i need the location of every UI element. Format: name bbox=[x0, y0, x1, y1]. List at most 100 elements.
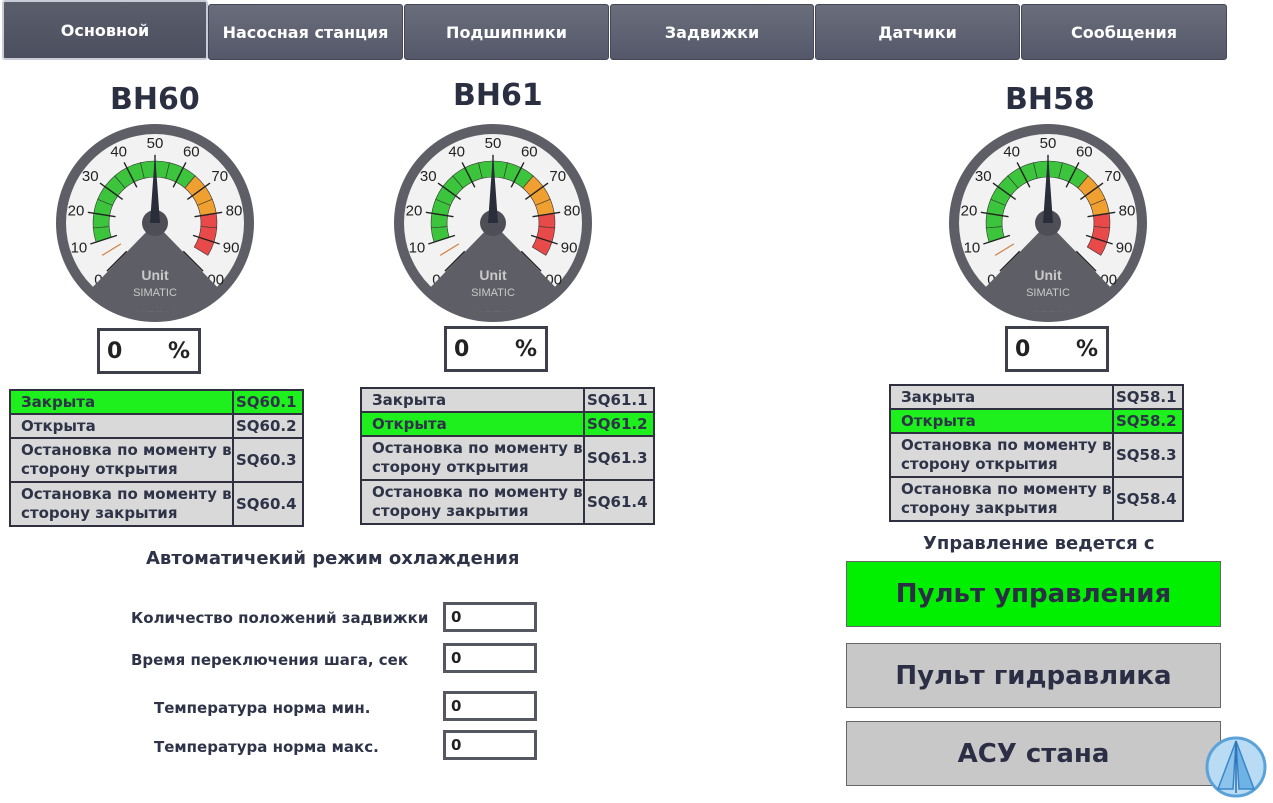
step-time-input[interactable]: 0 bbox=[443, 643, 537, 673]
field-label-temp-max: Температура норма макс. bbox=[154, 738, 379, 756]
field-label-step-time: Время переключения шага, сек bbox=[131, 651, 409, 669]
gauge-brand-label: SIMATIC bbox=[471, 287, 515, 299]
auto-cooling-title: Автоматичекий режим охлаждения bbox=[146, 548, 520, 569]
valve-title-vn61: ВН61 bbox=[453, 78, 543, 113]
switch-code: SQ58.4 bbox=[1112, 476, 1184, 522]
company-logo-icon bbox=[1205, 736, 1267, 798]
tab-bearings[interactable]: Подшипники bbox=[404, 4, 609, 60]
control-panel-button[interactable]: Пульт управления bbox=[846, 561, 1221, 627]
position-readout-vn60: 0 % bbox=[97, 328, 201, 374]
valve-title-vn60: ВН60 bbox=[110, 82, 200, 117]
switch-label: Открыта bbox=[9, 413, 234, 439]
tab-label: Датчики bbox=[878, 22, 957, 42]
gauge-tick-label: 50 bbox=[485, 135, 502, 152]
gauge-unit-label: Unit bbox=[141, 267, 169, 283]
gauge-vn58: 0102030405060708090100UnitSIMATIC bbox=[949, 124, 1147, 322]
limit-switch-table-vn61: Закрыта SQ61.1 Открыта SQ61.2 Остановка по… bbox=[360, 387, 655, 525]
position-unit: % bbox=[514, 337, 537, 362]
tab-label: Сообщения bbox=[1071, 22, 1177, 42]
field-label-temp-min: Температура норма мин. bbox=[154, 699, 371, 717]
gauge-tick-label: 90 bbox=[1116, 240, 1133, 257]
gauge-tick-label: 20 bbox=[406, 202, 423, 219]
gauge-tick-label: 10 bbox=[964, 240, 981, 257]
tab-label: Подшипники bbox=[446, 22, 567, 42]
gauge-vn60: 0102030405060708090100UnitSIMATIC bbox=[56, 124, 254, 322]
switch-code: SQ60.4 bbox=[232, 481, 304, 527]
tab-messages[interactable]: Сообщения bbox=[1021, 4, 1227, 60]
gauge-tick-label: 80 bbox=[1119, 202, 1136, 219]
gauge-tick-label: 50 bbox=[147, 135, 164, 152]
switch-code: SQ58.3 bbox=[1112, 432, 1184, 478]
gauge-unit-label: Unit bbox=[1034, 267, 1062, 283]
switch-code: SQ58.2 bbox=[1112, 408, 1184, 434]
switch-code: SQ58.1 bbox=[1112, 384, 1184, 410]
gauge-tick-label: 60 bbox=[183, 144, 200, 161]
limit-switch-table-vn60: Закрыта SQ60.1 Открыта SQ60.2 Остановка по… bbox=[9, 389, 304, 527]
switch-label: Закрыта bbox=[360, 387, 585, 413]
position-readout-vn58: 0 % bbox=[1005, 326, 1109, 372]
switch-label: Остановка по моменту в сторону закрытия bbox=[889, 476, 1114, 522]
tab-label: Насосная станция bbox=[222, 22, 389, 42]
tab-label: Задвижки bbox=[664, 22, 760, 42]
switch-label: Открыта bbox=[889, 408, 1114, 434]
switch-label: Остановка по моменту в сторону закрытия bbox=[360, 479, 585, 525]
gauge-tick-label: 90 bbox=[223, 240, 240, 257]
position-unit: % bbox=[1075, 337, 1098, 362]
gauge-vn61: 0102030405060708090100UnitSIMATIC bbox=[394, 124, 592, 322]
gauge-tick-label: 20 bbox=[961, 202, 978, 219]
gauge-brand-label: SIMATIC bbox=[133, 287, 177, 299]
position-unit: % bbox=[167, 339, 190, 364]
limit-switch-table-vn58: Закрыта SQ58.1 Открыта SQ58.2 Остановка по… bbox=[889, 384, 1184, 522]
gauge-tick-label: 20 bbox=[68, 202, 85, 219]
hydraulic-panel-button[interactable]: Пульт гидравлика bbox=[846, 643, 1221, 708]
gauge-tick-label: 80 bbox=[226, 202, 243, 219]
gauge-tick-label: 40 bbox=[448, 144, 465, 161]
gauge-tick-label: 30 bbox=[975, 168, 992, 185]
switch-code: SQ61.3 bbox=[583, 435, 655, 481]
mill-acs-button[interactable]: АСУ стана bbox=[846, 721, 1221, 786]
gauge-tick-label: 70 bbox=[211, 168, 228, 185]
tab-valves[interactable]: Задвижки bbox=[610, 4, 814, 60]
tab-main[interactable]: Основной bbox=[2, 0, 208, 60]
valve-title-vn58: ВН58 bbox=[1005, 82, 1095, 117]
gauge-tick-label: 40 bbox=[110, 144, 127, 161]
gauge-tick-label: 50 bbox=[1040, 135, 1057, 152]
gauge-tick-label: 30 bbox=[82, 168, 99, 185]
switch-code: SQ61.1 bbox=[583, 387, 655, 413]
field-label-positions: Количество положений задвижки bbox=[131, 609, 429, 627]
gauge-tick-label: 70 bbox=[549, 168, 566, 185]
position-value: 0 bbox=[454, 337, 470, 362]
tab-pump-station[interactable]: Насосная станция bbox=[208, 4, 403, 60]
switch-label: Закрыта bbox=[889, 384, 1114, 410]
temp-min-input[interactable]: 0 bbox=[443, 691, 537, 721]
gauge-tick-label: 40 bbox=[1003, 144, 1020, 161]
position-value: 0 bbox=[1015, 337, 1031, 362]
switch-code: SQ61.4 bbox=[583, 479, 655, 525]
switch-code: SQ61.2 bbox=[583, 411, 655, 437]
switch-code: SQ60.1 bbox=[232, 389, 304, 415]
switch-label: Остановка по моменту в сторону открытия bbox=[360, 435, 585, 481]
switch-code: SQ60.2 bbox=[232, 413, 304, 439]
gauge-tick-label: 10 bbox=[409, 240, 426, 257]
switch-label: Остановка по моменту в сторону закрытия bbox=[9, 481, 234, 527]
switch-code: SQ60.3 bbox=[232, 437, 304, 483]
gauge-tick-label: 90 bbox=[561, 240, 578, 257]
gauge-tick-label: 30 bbox=[420, 168, 437, 185]
gauge-tick-label: 70 bbox=[1104, 168, 1121, 185]
position-readout-vn61: 0 % bbox=[444, 326, 548, 372]
switch-label: Остановка по моменту в сторону открытия bbox=[889, 432, 1114, 478]
tab-sensors[interactable]: Датчики bbox=[815, 4, 1020, 60]
tab-label: Основной bbox=[60, 20, 150, 40]
temp-max-input[interactable]: 0 bbox=[443, 730, 537, 760]
valve-positions-input[interactable]: 0 bbox=[443, 602, 537, 632]
gauge-unit-label: Unit bbox=[479, 267, 507, 283]
gauge-tick-label: 80 bbox=[564, 202, 581, 219]
switch-label: Закрыта bbox=[9, 389, 234, 415]
switch-label: Остановка по моменту в сторону открытия bbox=[9, 437, 234, 483]
gauge-brand-label: SIMATIC bbox=[1026, 287, 1070, 299]
gauge-tick-label: 60 bbox=[521, 144, 538, 161]
gauge-tick-label: 60 bbox=[1076, 144, 1093, 161]
gauge-tick-label: 10 bbox=[71, 240, 88, 257]
control-source-title: Управление ведется с bbox=[923, 533, 1155, 554]
switch-label: Открыта bbox=[360, 411, 585, 437]
